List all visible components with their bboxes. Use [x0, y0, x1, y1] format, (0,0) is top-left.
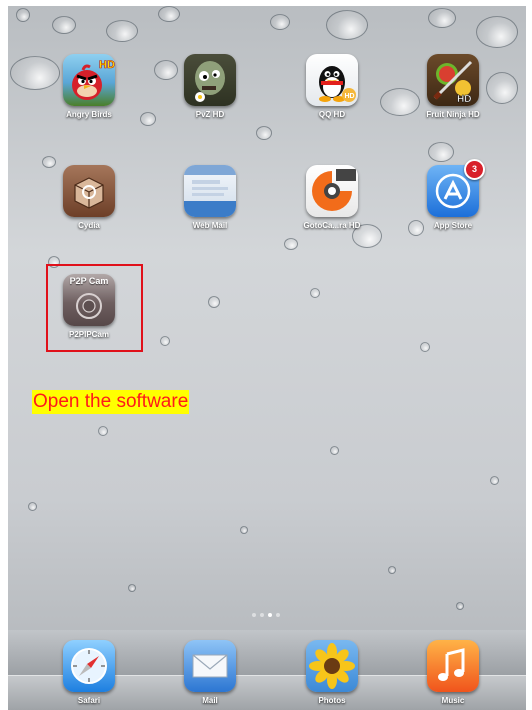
sunflower-icon: [306, 640, 358, 692]
water-drop: [284, 238, 298, 250]
web-mail-icon: [184, 165, 236, 217]
app-label: Music: [441, 696, 465, 705]
app-label: Web Mail: [192, 221, 228, 230]
water-drop: [456, 602, 464, 610]
highlight-box: [46, 264, 143, 352]
water-drop: [310, 288, 320, 298]
fruit-ninja-icon: HD: [427, 54, 479, 106]
app-app-store[interactable]: 3 App Store: [403, 159, 503, 230]
annotation-label: Open the software: [32, 390, 190, 414]
dock-app-mail[interactable]: Mail: [160, 640, 260, 705]
water-drop: [490, 476, 499, 485]
svg-text:HD: HD: [345, 93, 355, 100]
app-label: App Store: [433, 221, 473, 230]
app-label: Fruit Ninja HD: [426, 110, 480, 119]
water-drop: [330, 446, 339, 455]
water-drop: [140, 112, 156, 126]
water-drop: [28, 502, 37, 511]
camera-logo-icon: [306, 165, 358, 217]
water-drop: [52, 16, 76, 34]
water-drop: [98, 426, 108, 436]
svg-text:HD: HD: [457, 94, 471, 105]
water-drop: [428, 8, 456, 28]
app-cydia[interactable]: Cydia: [39, 165, 139, 230]
angry-birds-icon: HD: [63, 54, 115, 106]
app-label: GotoCa...ra HD: [303, 221, 361, 230]
page-dot-active[interactable]: [268, 613, 272, 617]
penguin-icon: HD: [306, 54, 358, 106]
water-drop: [128, 584, 136, 592]
water-drop: [208, 296, 220, 308]
svg-text:HD: HD: [99, 59, 115, 71]
dock-app-safari[interactable]: Safari: [39, 640, 139, 705]
water-drop: [270, 14, 290, 30]
water-drop: [158, 6, 180, 22]
water-drop: [388, 566, 396, 574]
water-drop: [420, 342, 430, 352]
water-drop: [240, 526, 248, 534]
water-drop: [326, 10, 368, 40]
page-indicator[interactable]: [250, 604, 282, 622]
app-label: Angry Birds: [66, 110, 112, 119]
dock: Safari Mail Photos Music: [8, 630, 526, 710]
water-drop: [256, 126, 272, 140]
water-drop: [16, 8, 30, 22]
dock-app-photos[interactable]: Photos: [282, 640, 382, 705]
music-note-icon: [427, 640, 479, 692]
water-drop: [476, 16, 518, 48]
app-fruit-ninja-hd[interactable]: HD Fruit Ninja HD: [403, 54, 503, 119]
app-label: Cydia: [78, 221, 100, 230]
app-label: Safari: [77, 696, 101, 705]
app-gotocamera-hd[interactable]: GotoCa...ra HD: [282, 165, 382, 230]
app-label: QQ HD: [318, 110, 346, 119]
app-qq-hd[interactable]: HD QQ HD: [282, 54, 382, 119]
app-angry-birds[interactable]: HD Angry Birds: [39, 54, 139, 119]
app-label: Mail: [202, 696, 218, 705]
app-pvz-hd[interactable]: PvZ HD: [160, 54, 260, 119]
app-web-mail[interactable]: Web Mail: [160, 165, 260, 230]
page-dot[interactable]: [276, 613, 280, 617]
app-label: PvZ HD: [195, 110, 225, 119]
water-drop: [160, 336, 170, 346]
page-dot[interactable]: [260, 613, 264, 617]
envelope-icon: [184, 640, 236, 692]
app-label: Photos: [318, 696, 346, 705]
zombie-icon: [184, 54, 236, 106]
water-drop: [428, 142, 454, 162]
page-dot[interactable]: [252, 613, 256, 617]
dock-app-music[interactable]: Music: [403, 640, 503, 705]
compass-icon: [63, 640, 115, 692]
cydia-box-icon: [63, 165, 115, 217]
water-drop: [106, 20, 138, 42]
notification-badge: 3: [464, 159, 485, 180]
